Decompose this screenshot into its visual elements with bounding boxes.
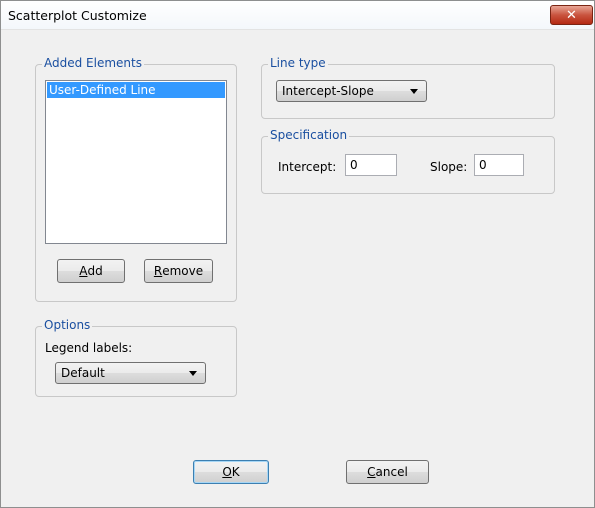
remove-button[interactable]: Remove [144, 259, 213, 283]
line-type-value: Intercept-Slope [282, 84, 374, 98]
options-legend: Options [42, 318, 93, 332]
legend-labels-value: Default [61, 366, 105, 380]
intercept-field[interactable]: 0 [345, 154, 397, 176]
specification-legend: Specification [268, 128, 350, 142]
ok-button-label: K [231, 465, 240, 479]
cancel-button-mnemonic: C [367, 465, 376, 479]
cancel-button[interactable]: Cancel [346, 460, 429, 484]
specification-group: Specification Intercept: 0 Slope: 0 [261, 128, 555, 194]
line-type-select[interactable]: Intercept-Slope [276, 80, 427, 102]
add-button-label: dd [87, 264, 103, 278]
close-icon: ✕ [566, 7, 577, 23]
chevron-down-icon [189, 371, 197, 376]
remove-button-mnemonic: R [153, 264, 163, 278]
legend-labels-label: Legend labels: [45, 341, 133, 355]
options-group: Options Legend labels: Default [35, 318, 237, 397]
dialog-window: Scatterplot Customize ✕ Added Elements U… [0, 0, 595, 508]
remove-button-label: emove [162, 264, 204, 278]
added-elements-group: Added Elements User-Defined Line Add Rem… [35, 56, 237, 302]
ok-button-mnemonic: O [222, 465, 232, 479]
line-type-group: Line type Intercept-Slope [261, 56, 555, 119]
add-button-mnemonic: A [79, 264, 88, 278]
line-type-legend: Line type [268, 56, 328, 70]
chevron-down-icon [410, 89, 418, 94]
slope-label: Slope: [430, 160, 468, 174]
cancel-button-label: ancel [375, 465, 408, 479]
legend-labels-select[interactable]: Default [55, 362, 206, 384]
intercept-label: Intercept: [278, 160, 337, 174]
window-title: Scatterplot Customize [8, 8, 147, 23]
added-elements-list[interactable]: User-Defined Line [45, 80, 227, 244]
close-button[interactable]: ✕ [550, 5, 593, 25]
ok-button[interactable]: OK [193, 460, 269, 484]
list-item-user-defined-line[interactable]: User-Defined Line [47, 82, 225, 98]
slope-field[interactable]: 0 [474, 154, 524, 176]
title-bar[interactable]: Scatterplot Customize ✕ [1, 1, 594, 30]
add-button[interactable]: Add [57, 259, 125, 283]
added-elements-legend: Added Elements [42, 56, 144, 70]
